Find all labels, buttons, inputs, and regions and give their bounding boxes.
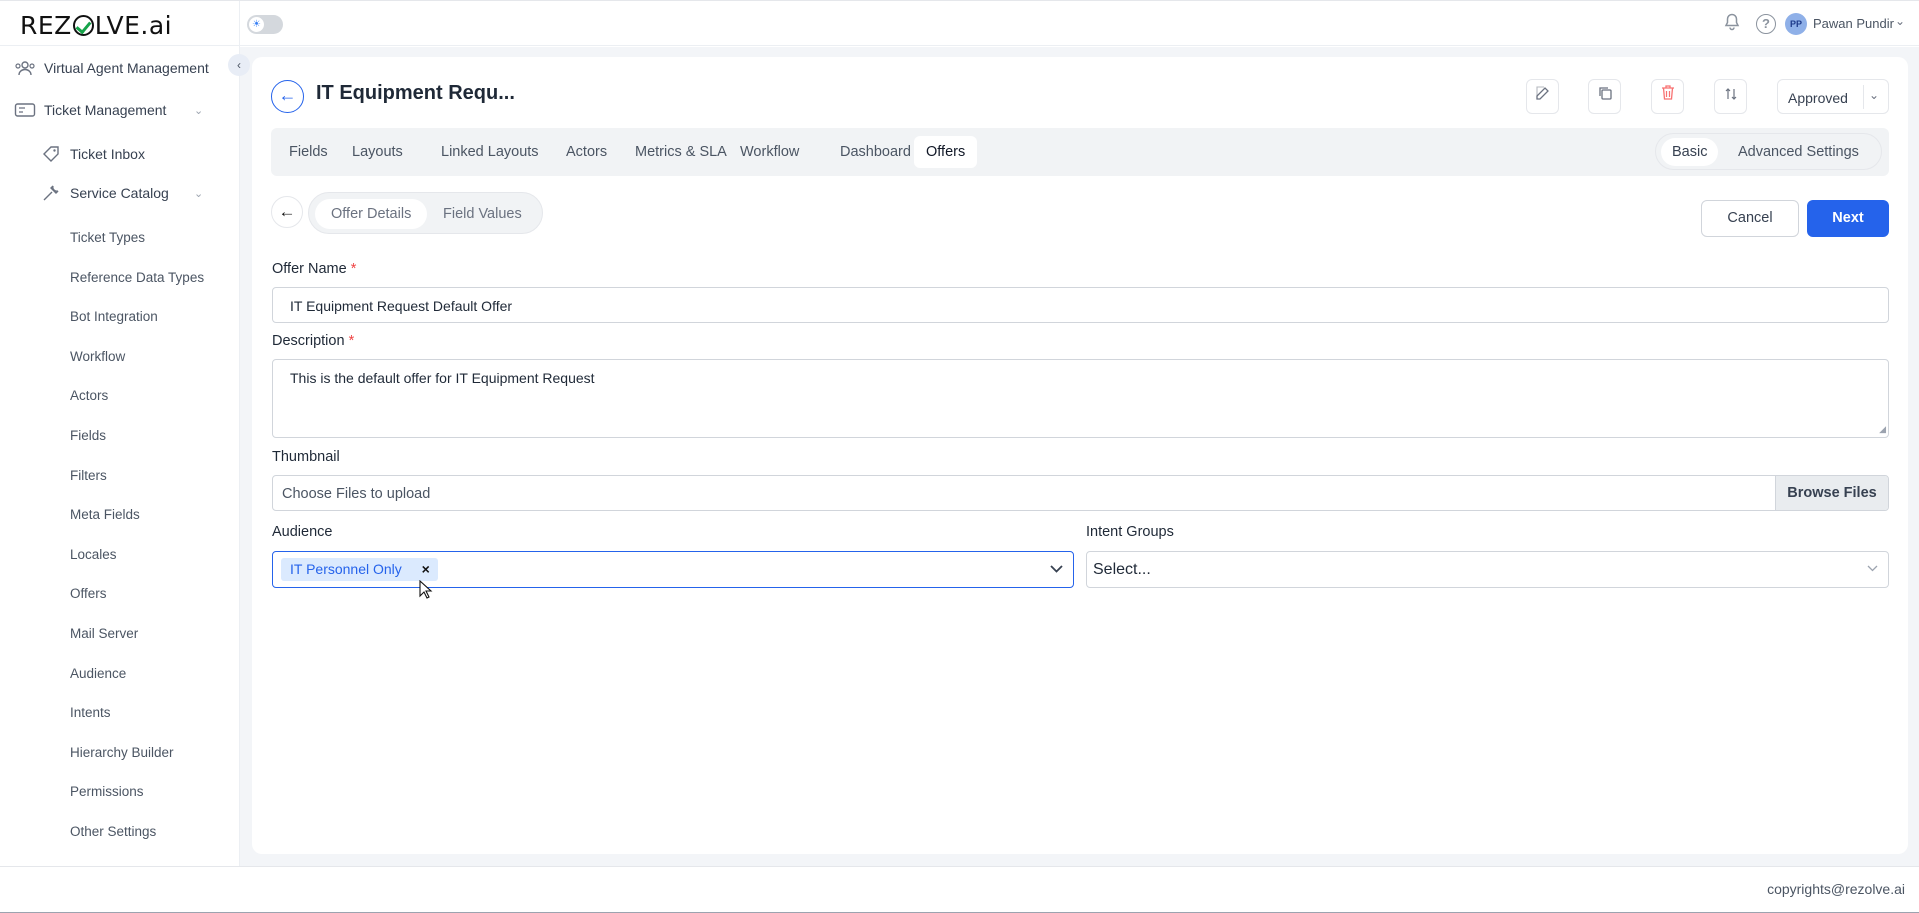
tab-metrics-sla[interactable]: Metrics & SLA	[623, 136, 739, 168]
user-name[interactable]: Pawan Pundir	[1813, 16, 1894, 31]
chevron-down-icon[interactable]: ⌄	[1895, 14, 1905, 28]
thumbnail-placeholder: Choose Files to upload	[282, 486, 431, 502]
tag-icon	[40, 145, 62, 163]
tab-actors[interactable]: Actors	[554, 136, 619, 168]
browse-files-button[interactable]: Browse Files	[1775, 476, 1888, 510]
app-logo[interactable]: REZ LVE.ai	[20, 11, 172, 40]
status-label: Approved	[1788, 90, 1848, 106]
copyright-text: copyrights@rezolve.ai	[1767, 881, 1905, 897]
tab-linked-layouts[interactable]: Linked Layouts	[429, 136, 551, 168]
copy-button[interactable]	[1588, 79, 1621, 114]
sidebar-item-label: Service Catalog	[70, 185, 169, 201]
description-textarea[interactable]: This is the default offer for IT Equipme…	[272, 359, 1889, 438]
sidebar-item-virtual-agent-management[interactable]: Virtual Agent Management	[14, 59, 209, 77]
sub-back-button[interactable]: ←	[271, 196, 303, 228]
status-dropdown[interactable]: Approved ⌄	[1777, 79, 1889, 114]
audience-label: Audience	[272, 524, 333, 540]
edit-button[interactable]	[1526, 79, 1559, 114]
sidebar-item-mail-server[interactable]: Mail Server	[70, 626, 138, 641]
sidebar-item-label: Ticket Inbox	[70, 146, 145, 162]
next-button[interactable]: Next	[1807, 200, 1889, 237]
sidebar-item-actors[interactable]: Actors	[70, 388, 108, 403]
resize-handle-icon[interactable]: ◢	[1879, 424, 1886, 435]
trash-icon	[1661, 85, 1674, 100]
status-divider	[1863, 85, 1864, 109]
sidebar-item-workflow[interactable]: Workflow	[70, 349, 125, 364]
sidebar-item-ticket-types[interactable]: Ticket Types	[70, 230, 145, 245]
mode-basic[interactable]: Basic	[1661, 138, 1719, 166]
sidebar-item-locales[interactable]: Locales	[70, 547, 117, 562]
tab-dashboard[interactable]: Dashboard	[828, 136, 923, 168]
subtab-switch: Offer Details Field Values	[308, 192, 543, 234]
mode-advanced-settings[interactable]: Advanced Settings	[1727, 138, 1870, 166]
offer-name-label: Offer Name *	[272, 261, 357, 277]
subtab-field-values[interactable]: Field Values	[427, 199, 538, 229]
sidebar-item-bot-integration[interactable]: Bot Integration	[70, 309, 158, 324]
theme-toggle[interactable]: ☀	[247, 15, 283, 34]
sort-icon	[1725, 88, 1736, 100]
description-value: This is the default offer for IT Equipme…	[290, 370, 595, 386]
tab-offers[interactable]: Offers	[914, 136, 978, 168]
thumbnail-label: Thumbnail	[272, 449, 340, 465]
intent-groups-placeholder: Select...	[1093, 561, 1151, 578]
audience-select[interactable]: IT Personnel Only ×	[272, 551, 1074, 588]
edit-icon	[1535, 86, 1549, 100]
sidebar-item-audience[interactable]: Audience	[70, 666, 126, 681]
sidebar-item-offers[interactable]: Offers	[70, 586, 107, 601]
help-icon[interactable]: ?	[1756, 14, 1776, 34]
mode-switch: Basic Advanced Settings	[1655, 133, 1882, 170]
offer-name-value: IT Equipment Request Default Offer	[290, 298, 513, 314]
sidebar-item-reference-data-types[interactable]: Reference Data Types	[70, 270, 204, 285]
chevron-down-icon[interactable]: ⌄	[194, 187, 203, 200]
sidebar-item-service-catalog[interactable]: Service Catalog ⌄	[40, 184, 204, 202]
collapse-sidebar-button[interactable]: ‹	[228, 54, 250, 76]
description-label: Description *	[272, 333, 355, 349]
tab-fields[interactable]: Fields	[277, 136, 340, 168]
avatar[interactable]: PP	[1785, 13, 1807, 35]
content-card	[252, 57, 1908, 854]
sidebar-item-filters[interactable]: Filters	[70, 468, 107, 483]
footer: copyrights@rezolve.ai	[0, 866, 1919, 913]
chevron-down-icon[interactable]	[1867, 563, 1878, 575]
wrench-icon	[40, 184, 62, 202]
mouse-pointer-icon	[419, 580, 433, 599]
sidebar-item-label: Virtual Agent Management	[44, 60, 209, 76]
sidebar-item-ticket-inbox[interactable]: Ticket Inbox	[40, 145, 145, 163]
sidebar	[0, 47, 240, 866]
tab-workflow[interactable]: Workflow	[728, 136, 811, 168]
sort-button[interactable]	[1714, 79, 1747, 114]
topbar-divider	[239, 1, 240, 47]
copy-icon	[1598, 87, 1612, 100]
sidebar-item-hierarchy-builder[interactable]: Hierarchy Builder	[70, 745, 174, 760]
sidebar-item-intents[interactable]: Intents	[70, 705, 111, 720]
sidebar-item-label: Ticket Management	[44, 102, 167, 118]
tab-bar: Fields Layouts Linked Layouts Actors Met…	[271, 128, 1889, 176]
intent-groups-select[interactable]: Select...	[1086, 551, 1889, 588]
sidebar-item-permissions[interactable]: Permissions	[70, 784, 144, 799]
offer-name-input[interactable]: IT Equipment Request Default Offer	[272, 287, 1889, 323]
sidebar-item-ticket-management[interactable]: Ticket Management ⌄	[14, 101, 204, 119]
close-icon[interactable]: ×	[422, 558, 430, 581]
intent-groups-label: Intent Groups	[1086, 524, 1174, 540]
page-title: IT Equipment Requ...	[316, 82, 515, 104]
cancel-button[interactable]: Cancel	[1701, 200, 1799, 237]
bell-icon[interactable]	[1721, 13, 1743, 35]
back-button[interactable]: ←	[271, 80, 304, 113]
subtab-offer-details[interactable]: Offer Details	[315, 199, 428, 229]
audience-chip-label: IT Personnel Only	[290, 561, 402, 577]
chevron-down-icon[interactable]	[1050, 561, 1063, 576]
thumbnail-file-input[interactable]: Choose Files to upload Browse Files	[272, 475, 1889, 511]
sidebar-item-other-settings[interactable]: Other Settings	[70, 824, 156, 839]
sidebar-item-meta-fields[interactable]: Meta Fields	[70, 507, 140, 522]
ticket-icon	[14, 101, 36, 119]
top-bar: REZ LVE.ai ☀ ? PP Pawan Pundir ⌄	[0, 0, 1919, 47]
tab-layouts[interactable]: Layouts	[340, 136, 415, 168]
delete-button[interactable]	[1651, 79, 1684, 114]
audience-chip: IT Personnel Only ×	[281, 558, 438, 581]
sidebar-item-fields[interactable]: Fields	[70, 428, 106, 443]
sun-icon: ☀	[249, 17, 264, 32]
users-icon	[14, 59, 36, 77]
chevron-down-icon[interactable]: ⌄	[1869, 88, 1879, 102]
chevron-down-icon[interactable]: ⌄	[194, 104, 203, 117]
